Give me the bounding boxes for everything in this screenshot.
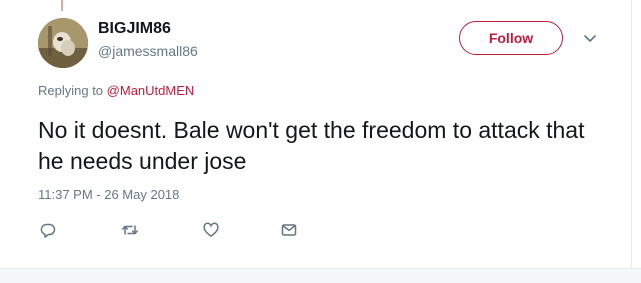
reply-button[interactable] xyxy=(39,221,57,239)
avatar-photo-icon xyxy=(38,18,88,68)
like-button[interactable] xyxy=(202,221,220,239)
envelope-icon xyxy=(281,224,297,236)
avatar[interactable] xyxy=(38,18,88,68)
follow-button[interactable]: Follow xyxy=(459,21,563,55)
tweet-timestamp[interactable]: 11:37 PM - 26 May 2018 xyxy=(38,187,179,202)
author-handle[interactable]: @jamessmall86 xyxy=(98,43,198,59)
replying-to-link[interactable]: @ManUtdMEN xyxy=(107,83,195,98)
replying-prefix: Replying to xyxy=(38,83,104,98)
more-options-button[interactable] xyxy=(582,31,598,47)
replying-to-line: Replying to @ManUtdMEN xyxy=(38,83,194,98)
heart-icon xyxy=(203,222,219,237)
tweet-card: BIGJIM86 @jamessmall86 Follow Replying t… xyxy=(0,0,641,283)
retweet-button[interactable] xyxy=(121,221,139,239)
thread-connector-line xyxy=(61,0,63,11)
retweet-icon xyxy=(122,225,138,235)
reply-icon xyxy=(40,223,56,238)
card-right-border xyxy=(631,0,632,268)
card-bottom-divider xyxy=(0,268,641,283)
tweet-text: No it doesnt. Bale won't get the freedom… xyxy=(38,117,585,174)
author-display-name[interactable]: BIGJIM86 xyxy=(98,20,171,38)
direct-message-button[interactable] xyxy=(280,221,298,239)
chevron-down-icon xyxy=(584,35,596,42)
